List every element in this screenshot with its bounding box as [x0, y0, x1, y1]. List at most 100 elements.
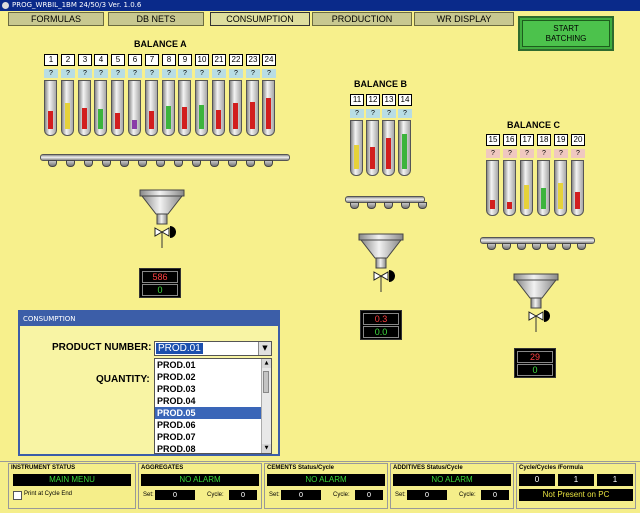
additives-cycle-value: 0 — [481, 490, 509, 500]
silo-level — [402, 134, 407, 169]
silo-status-badge: ? — [571, 149, 585, 158]
silo-status-badge: ? — [145, 69, 159, 78]
silo — [61, 80, 74, 136]
nav-wr-display-button[interactable]: WR DISPLAY — [414, 12, 514, 26]
silo-number: 2 — [61, 54, 75, 66]
print-at-cycle-end-checkbox[interactable] — [13, 491, 22, 500]
silo — [44, 80, 57, 136]
product-dropdown-list[interactable]: PROD.01 PROD.02 PROD.03 PROD.04 PROD.05 … — [154, 358, 272, 454]
manifold-nozzle — [562, 243, 571, 250]
product-option[interactable]: PROD.01 — [155, 359, 271, 371]
dropdown-scrollbar[interactable]: ▲ ▼ — [261, 359, 271, 453]
nav-db-nets-button[interactable]: DB NETS — [108, 12, 204, 26]
cements-set-value: 0 — [281, 490, 321, 500]
scroll-down-icon[interactable]: ▼ — [262, 444, 271, 453]
product-option[interactable]: PROD.07 — [155, 431, 271, 443]
silo — [246, 80, 259, 136]
silo-status-badge: ? — [486, 149, 500, 158]
instrument-status-panel: INSTRUMENT STATUS MAIN MENU — [8, 463, 136, 509]
balance-a-title: BALANCE A — [134, 39, 187, 49]
silo — [78, 80, 91, 136]
silo-number: 13 — [382, 94, 396, 106]
silo-number: 22 — [229, 54, 243, 66]
consumption-dialog: CONSUMPTION PRODUCT NUMBER: QUANTITY: PR… — [18, 310, 280, 456]
additives-cycle-label: Cycle: — [459, 492, 476, 498]
scroll-up-icon[interactable]: ▲ — [262, 359, 271, 368]
silo-level — [490, 200, 495, 209]
manifold-nozzle — [210, 160, 219, 167]
silo-number: 19 — [554, 134, 568, 146]
silo-number: 3 — [78, 54, 92, 66]
cycles-panel: Cycle/Cycles /Formula 0 1 1 Not Present … — [516, 463, 636, 509]
silo-level — [65, 103, 70, 129]
silo — [571, 160, 584, 216]
cements-cycle-value: 0 — [355, 490, 383, 500]
balance-c-hopper-icon — [513, 273, 559, 332]
silo — [366, 120, 379, 176]
silo-level — [48, 111, 53, 129]
balance-b-weight: 0.3 — [363, 313, 399, 325]
product-option-highlighted[interactable]: PROD.05 — [155, 407, 271, 419]
silo-status-badge: ? — [537, 149, 551, 158]
title-bar: PROG_WRBIL_1BM 24/50/3 Ver. 1.0.6 — [0, 0, 640, 11]
silo-number: 18 — [537, 134, 551, 146]
balance-a-readout: 586 0 — [139, 268, 181, 298]
silo-status-badge: ? — [520, 149, 534, 158]
app-icon — [2, 2, 9, 9]
silo-number: 6 — [128, 54, 142, 66]
nav-formulas-button[interactable]: FORMULAS — [8, 12, 104, 26]
balance-b-hopper-icon — [358, 233, 404, 292]
silo-status-badge: ? — [229, 69, 243, 78]
manifold-nozzle — [48, 160, 57, 167]
aggregates-set-value: 0 — [155, 490, 195, 500]
aggregates-set-label: Set: — [143, 492, 154, 498]
manifold-nozzle — [350, 202, 359, 209]
product-option[interactable]: PROD.08 — [155, 443, 271, 453]
scroll-thumb[interactable] — [263, 371, 269, 393]
silo-level — [149, 111, 154, 129]
silo — [537, 160, 550, 216]
silo-number: 10 — [195, 54, 209, 66]
manifold-nozzle — [246, 160, 255, 167]
cycles-value-2: 1 — [558, 474, 594, 486]
dropdown-arrow-icon[interactable]: ▼ — [258, 342, 271, 355]
aggregates-alarm: NO ALARM — [141, 474, 259, 486]
print-at-cycle-end-label: Print at Cycle End — [24, 491, 73, 497]
silo-number: 20 — [571, 134, 585, 146]
product-option[interactable]: PROD.06 — [155, 419, 271, 431]
manifold-nozzle — [174, 160, 183, 167]
silo-level — [233, 103, 238, 129]
product-option[interactable]: PROD.04 — [155, 395, 271, 407]
product-option[interactable]: PROD.03 — [155, 383, 271, 395]
silo — [486, 160, 499, 216]
silo — [350, 120, 363, 176]
consumption-dialog-title: CONSUMPTION — [20, 312, 278, 326]
silo — [382, 120, 395, 176]
product-number-select[interactable]: PROD.01 ▼ — [154, 341, 272, 356]
silo-status-badge: ? — [195, 69, 209, 78]
silo-level — [524, 185, 529, 209]
balance-a-target: 0 — [142, 284, 178, 296]
silo-status-badge: ? — [503, 149, 517, 158]
pc-status: Not Present on PC — [519, 489, 633, 501]
silo — [94, 80, 107, 136]
silo-level — [82, 108, 87, 129]
silo-status-badge: ? — [78, 69, 92, 78]
product-option[interactable]: PROD.02 — [155, 371, 271, 383]
silo-number: 15 — [486, 134, 500, 146]
manifold-nozzle — [547, 243, 556, 250]
cycles-title: Cycle/Cycles /Formula — [519, 465, 584, 471]
silo-level — [266, 98, 271, 129]
silo-number: 24 — [262, 54, 276, 66]
silo-status-badge: ? — [554, 149, 568, 158]
silo — [554, 160, 567, 216]
nav-production-button[interactable]: PRODUCTION — [312, 12, 412, 26]
silo — [229, 80, 242, 136]
start-batching-button[interactable]: START BATCHING — [518, 16, 614, 51]
nav-consumption-button[interactable]: CONSUMPTION — [210, 12, 310, 26]
silo — [520, 160, 533, 216]
silo-level — [216, 110, 221, 129]
manifold-nozzle — [228, 160, 237, 167]
aggregates-cycle-value: 0 — [229, 490, 257, 500]
silo — [178, 80, 191, 136]
